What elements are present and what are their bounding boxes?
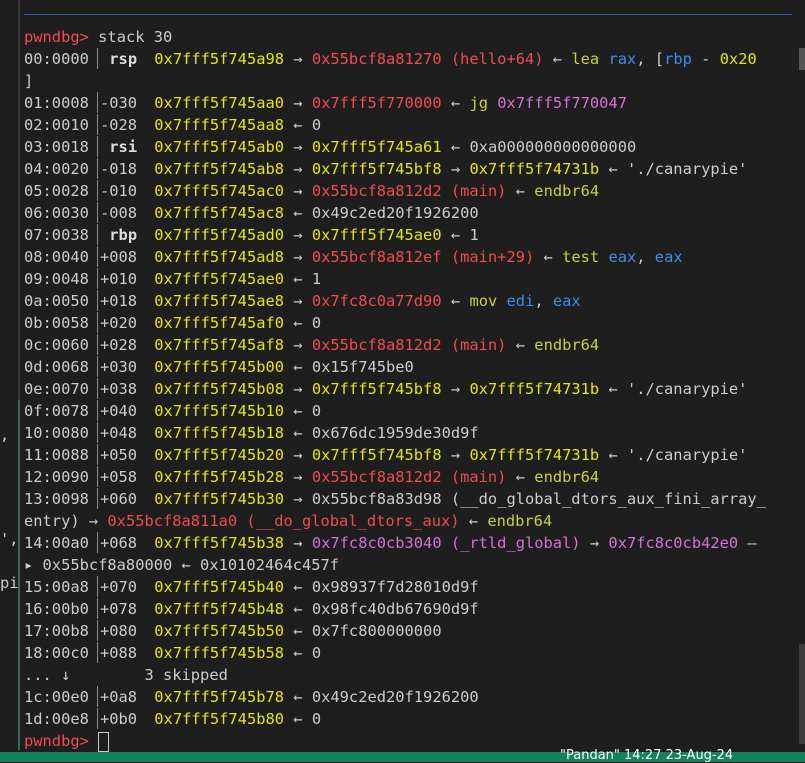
stack-row: 17:00b8 +080 0x7fff5f745b50 ← 0x7fc800000… [24, 620, 442, 641]
stack-row: 01:0008 -030 0x7fff5f745aa0 → 0x7fff5f770… [24, 92, 627, 113]
command-line: pwndbg> stack 30 [24, 26, 805, 48]
status-bar-text: "Pandan" 14:27 23-Aug-24 [560, 748, 734, 763]
stack-row: 07:0038 rbp 0x7fff5f745ad0 → 0x7fff5f745… [24, 224, 479, 245]
left-pane-fragment: ', [0, 530, 19, 548]
stack-row: 16:00b0 +078 0x7fff5f745b48 ← 0x98fc40db6… [24, 598, 479, 619]
pane-divider[interactable] [18, 0, 20, 400]
stack-row: 03:0018 rsi 0x7fff5f745ab0 → 0x7fff5f745… [24, 136, 637, 157]
prompt: pwndbg> [24, 732, 89, 750]
stack-row: 00:0000 rsp 0x7fff5f745a98 → 0x55bcf8a81… [24, 48, 757, 69]
panel-top-border [24, 14, 792, 15]
command-text: stack 30 [98, 28, 173, 46]
stack-row: 02:0010 -028 0x7fff5f745aa8 ← 0 [24, 114, 322, 135]
stack-row: 0f:0078 +040 0x7fff5f745b10 ← 0 [24, 400, 322, 421]
stack-row-continuation: ] [24, 72, 34, 90]
stack-row: 15:00a8 +070 0x7fff5f745b40 ← 0x98937f7d2… [24, 576, 479, 597]
stack-row: 1c:00e0 +0a8 0x7fff5f745b78 ← 0x49c2ed20f… [24, 686, 479, 707]
stack-row: 04:0020 -018 0x7fff5f745ab8 → 0x7fff5f745… [24, 158, 748, 179]
stack-row: 11:0088 +050 0x7fff5f745b20 → 0x7fff5f745… [24, 444, 748, 465]
stack-row: 10:0080 +048 0x7fff5f745b18 ← 0x676dc1959… [24, 422, 479, 443]
stack-row: 05:0028 -010 0x7fff5f745ac0 → 0x55bcf8a81… [24, 180, 600, 201]
stack-row: 0d:0068 +030 0x7fff5f745b00 ← 0x15f745be0 [24, 356, 414, 377]
stack-row-continuation: ▸ 0x55bcf8a80000 ← 0x10102464c457f [24, 556, 340, 574]
stack-row: 0e:0070 +038 0x7fff5f745b08 → 0x7fff5f745… [24, 378, 748, 399]
stack-row: 08:0040 +008 0x7fff5f745ad8 → 0x55bcf8a81… [24, 246, 683, 267]
stack-row: 14:00a0 +068 0x7fff5f745b38 → 0x7fc8c0cb3… [24, 532, 757, 553]
prompt: pwndbg> [24, 28, 89, 46]
stack-row-continuation: entry) → 0x55bcf8a811a0 (__do_global_dto… [24, 512, 553, 530]
stack-row: 09:0048 +010 0x7fff5f745ae0 ← 1 [24, 268, 322, 289]
stack-row: 0c:0060 +028 0x7fff5f745af8 → 0x55bcf8a81… [24, 334, 600, 355]
stack-row: 12:0090 +058 0x7fff5f745b28 → 0x55bcf8a81… [24, 466, 600, 487]
left-pane-fragment: pi [0, 574, 19, 592]
stack-row: 06:0030 -008 0x7fff5f745ac8 ← 0x49c2ed20f… [24, 202, 479, 223]
stack-row: 0b:0058 +020 0x7fff5f745af0 ← 0 [24, 312, 322, 333]
stack-row: 0a:0050 +018 0x7fff5f745ae8 → 0x7fc8c0a77… [24, 290, 581, 311]
stack-row: 18:00c0 +088 0x7fff5f745b58 ← 0 [24, 642, 322, 663]
text-cursor [98, 731, 110, 752]
stack-row: 1d:00e8 +0b0 0x7fff5f745b80 ← 0 [24, 708, 322, 729]
stack-row: 13:0098 +060 0x7fff5f745b30 → 0x55bcf8a83… [24, 488, 766, 509]
left-pane-fragment: , [0, 426, 10, 444]
terminal-output[interactable]: pwndbg> stack 30 00:0000 rsp 0x7fff5f745… [24, 26, 805, 752]
skipped-row: ... ↓ 3 skipped [24, 666, 228, 684]
